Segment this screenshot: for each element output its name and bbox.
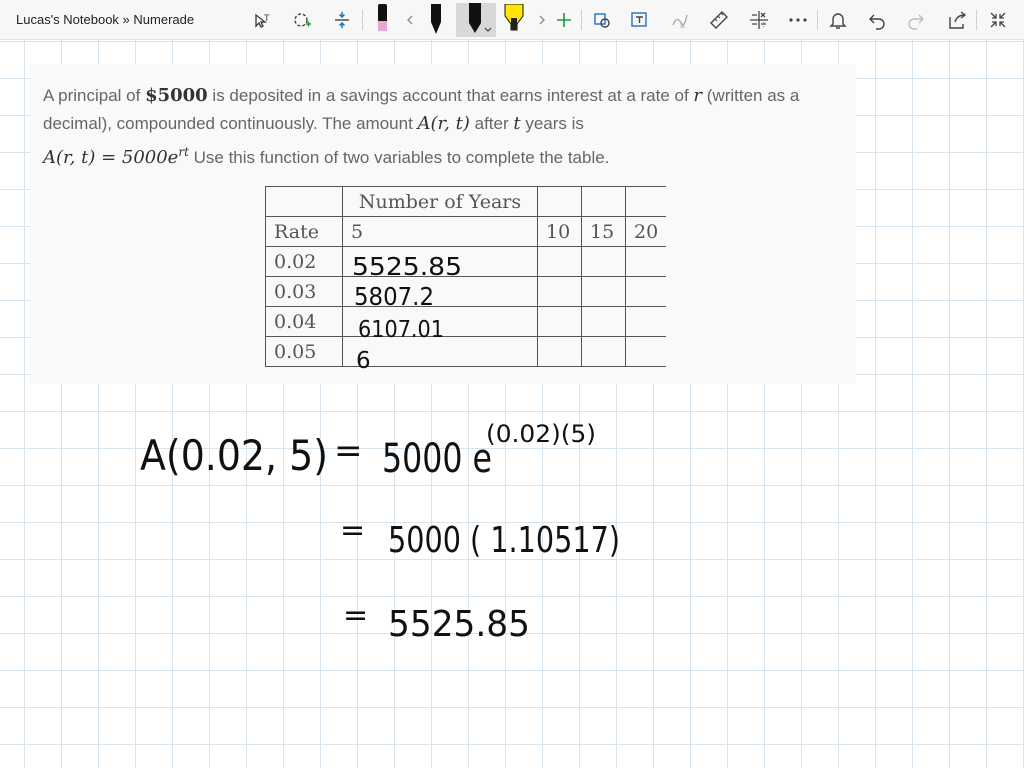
handwritten-function-call: A(0.02, 5) bbox=[140, 431, 328, 480]
handwritten-equals: = bbox=[343, 598, 368, 633]
handwritten-cell-value: 5807.2 bbox=[354, 282, 434, 311]
handwritten-equals: = bbox=[340, 513, 365, 548]
handwritten-exponential: 5000 e bbox=[382, 436, 492, 482]
handwritten-cell-value: 6107.01 bbox=[358, 317, 444, 343]
handwritten-cell-value: 6 bbox=[356, 348, 371, 374]
handwritten-result: 5525.85 bbox=[388, 604, 530, 645]
handwritten-cell-value: 5525.85 bbox=[352, 252, 462, 281]
ink-layer: 5525.85 5807.2 6107.01 6 A(0.02, 5) = 50… bbox=[140, 252, 620, 645]
handwritten-equals: = bbox=[334, 431, 363, 471]
handwritten-exponent: (0.02)(5) bbox=[486, 420, 596, 448]
handwritten-evaluated: 5000 ( 1.10517) bbox=[388, 520, 620, 561]
